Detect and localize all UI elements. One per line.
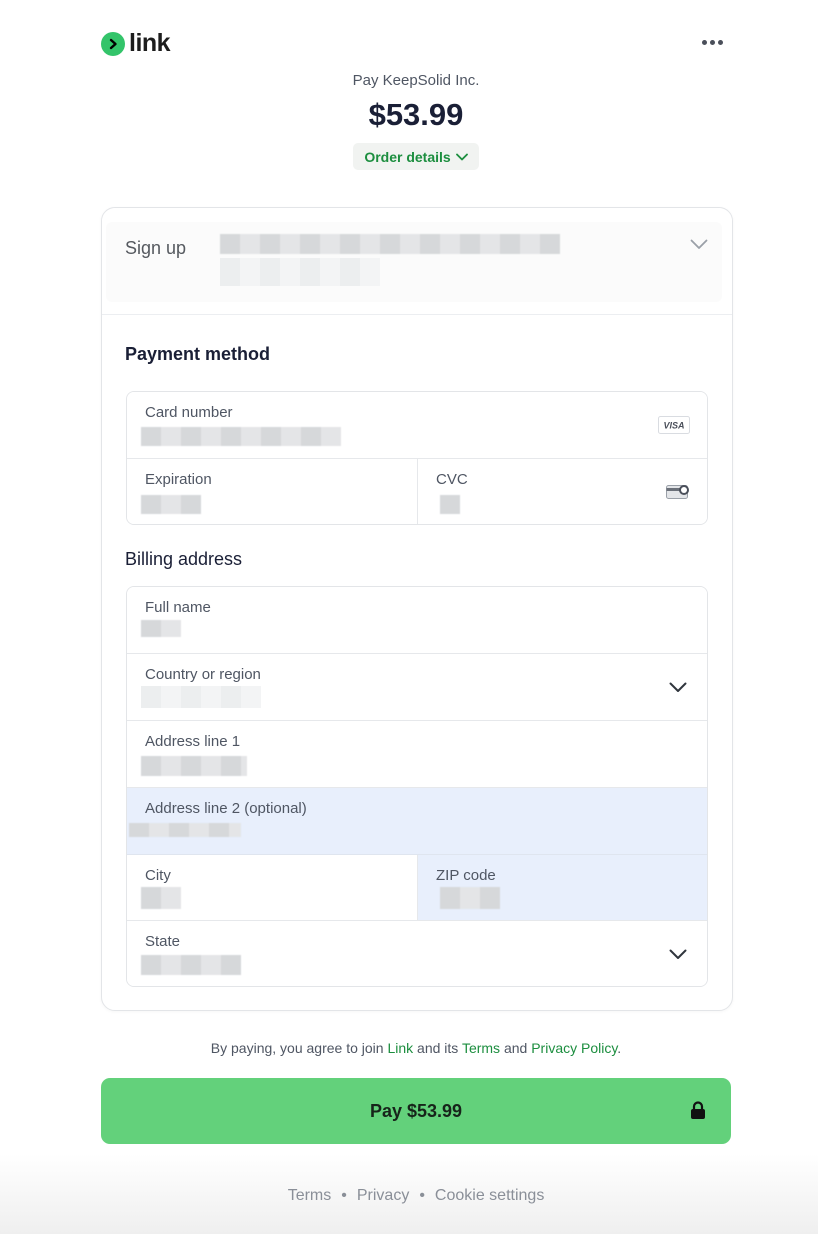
more-icon[interactable] [702, 34, 726, 50]
merchant-name: Pay KeepSolid Inc. [352, 72, 480, 89]
address-line2-field[interactable]: Address line 2 (optional) [127, 788, 707, 854]
signup-row[interactable]: Sign up [102, 208, 732, 315]
card-number-redacted [141, 427, 341, 446]
signup-label: Sign up [125, 238, 187, 258]
agreement-text: and [500, 1040, 532, 1056]
cvc-redacted [440, 495, 460, 514]
terms-agreement: By paying, you agree to join Link and it… [0, 1040, 818, 1056]
city-redacted [141, 887, 181, 909]
pay-button-label: Pay $53.99 [369, 1100, 463, 1121]
expiration-redacted [141, 495, 201, 514]
address-line1-redacted [141, 756, 247, 776]
logo-text: link [129, 29, 171, 57]
order-details-button[interactable]: Order details [353, 143, 479, 170]
city-field[interactable]: City [127, 855, 417, 920]
state-redacted [141, 955, 241, 975]
cvc-card-icon [666, 485, 689, 499]
expiration-field[interactable]: Expiration [127, 459, 417, 524]
full-name-label: Full name [145, 599, 211, 616]
checkout-card: Sign up Payment method Card number VISA … [101, 207, 733, 1011]
zip-code-field[interactable]: ZIP code [418, 855, 707, 920]
signup-email-redacted [220, 234, 560, 254]
billing-address-title: Billing address [125, 549, 243, 569]
agreement-text: By paying, you agree to join [210, 1040, 388, 1056]
total-amount: $53.99 [368, 97, 464, 132]
cvc-label: CVC [436, 471, 468, 488]
card-number-field[interactable]: Card number VISA [127, 392, 707, 458]
agreement-text: . [617, 1040, 622, 1056]
footer-links: Terms • Privacy • Cookie settings [0, 1187, 818, 1205]
footer-privacy-link[interactable]: Privacy [357, 1187, 409, 1204]
address-line1-field[interactable]: Address line 1 [127, 721, 707, 787]
link-logo-icon [101, 31, 125, 56]
terms-link[interactable]: Terms [462, 1040, 500, 1056]
footer-cookie-settings-link[interactable]: Cookie settings [435, 1187, 544, 1204]
zip-code-redacted [440, 887, 500, 909]
chevron-down-icon [669, 949, 687, 959]
visa-card-icon: VISA [658, 416, 690, 434]
footer-separator: • [341, 1187, 347, 1204]
cvc-field[interactable]: CVC [418, 459, 707, 524]
state-select[interactable]: State [127, 921, 707, 986]
footer-separator: • [419, 1187, 425, 1204]
svg-text:VISA: VISA [663, 421, 684, 431]
signup-phone-redacted [220, 258, 380, 286]
address-line1-label: Address line 1 [145, 733, 241, 750]
footer-terms-link[interactable]: Terms [288, 1187, 332, 1204]
agreement-text: and its [413, 1040, 462, 1056]
address-line2-label: Address line 2 (optional) [145, 800, 307, 817]
full-name-redacted [141, 620, 181, 637]
country-label: Country or region [145, 666, 261, 683]
privacy-policy-link[interactable]: Privacy Policy [531, 1040, 617, 1056]
chevron-down-icon [669, 682, 687, 692]
lock-icon [691, 1101, 705, 1119]
address-line2-redacted [129, 823, 241, 837]
city-label: City [145, 867, 171, 884]
billing-address-group: Full name Country or region Address line… [126, 586, 708, 987]
card-number-label: Card number [145, 404, 233, 421]
country-redacted [141, 686, 261, 708]
card-details-group: Card number VISA Expiration CVC [126, 391, 708, 525]
order-details-label: Order details [364, 148, 451, 165]
zip-code-label: ZIP code [436, 867, 496, 884]
link-logo: link [101, 29, 171, 58]
link-link[interactable]: Link [387, 1040, 413, 1056]
chevron-down-icon [455, 153, 468, 160]
expiration-label: Expiration [145, 471, 212, 488]
state-label: State [145, 933, 181, 950]
pay-button[interactable]: Pay $53.99 [101, 1078, 731, 1144]
chevron-down-icon [690, 239, 708, 249]
payment-method-title: Payment method [125, 344, 271, 364]
full-name-field[interactable]: Full name [127, 587, 707, 653]
country-select[interactable]: Country or region [127, 654, 707, 720]
